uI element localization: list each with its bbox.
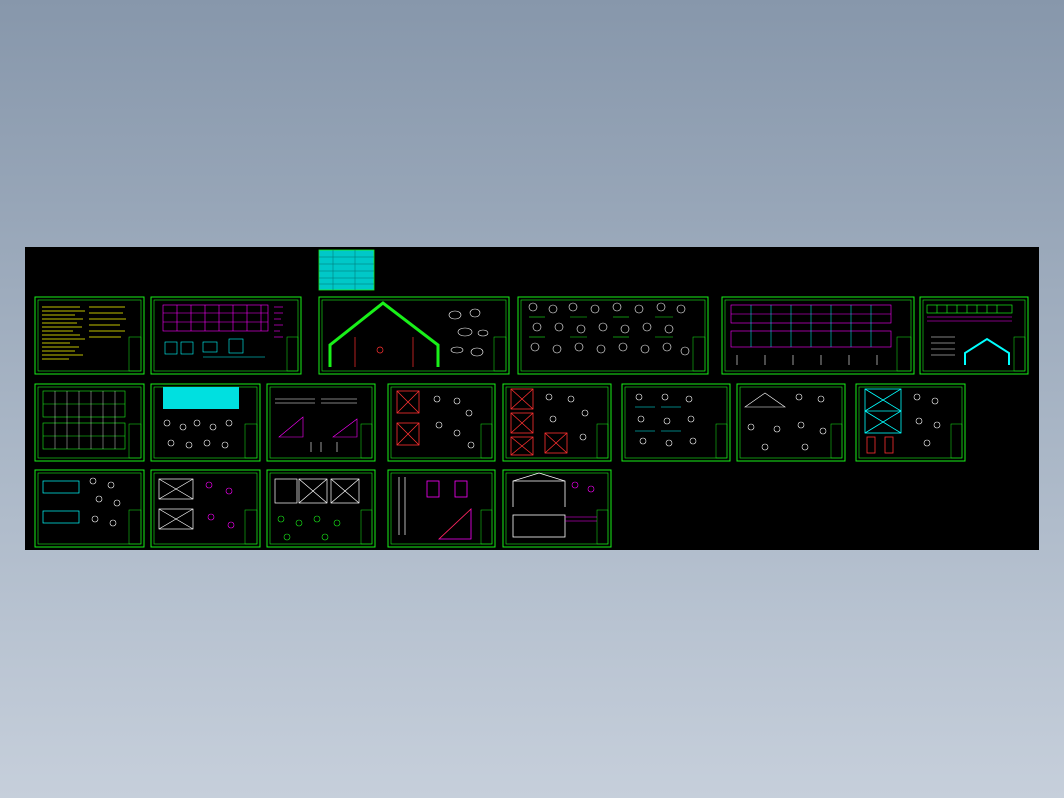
sheet-elevation-a[interactable] [721,296,915,375]
cad-drawing-viewport[interactable] [25,247,1039,550]
sheet-beam-details-3[interactable] [266,469,376,548]
drawing-legend-table [318,249,375,291]
sheet-connection-3[interactable] [855,383,966,462]
sheet-beam-details-2[interactable] [150,469,261,548]
sheet-beam-details-1[interactable] [34,469,145,548]
sheet-bracing-2[interactable] [502,383,612,462]
sheet-stair-details[interactable] [387,469,496,548]
sheet-roof-table[interactable] [150,383,261,462]
sheet-purlin-details[interactable] [266,383,376,462]
sheet-foundation-plan[interactable] [150,296,302,375]
sheet-connection-1[interactable] [621,383,731,462]
sheet-general-notes[interactable] [34,296,145,375]
sheet-elevation-b[interactable] [919,296,1029,375]
sheet-portal-frame[interactable] [318,296,510,375]
sheet-node-details[interactable] [517,296,709,375]
sheet-gable-frame[interactable] [502,469,612,548]
sheet-bracing-1[interactable] [387,383,496,462]
sheet-connection-2[interactable] [736,383,846,462]
sheet-column-layout[interactable] [34,383,145,462]
